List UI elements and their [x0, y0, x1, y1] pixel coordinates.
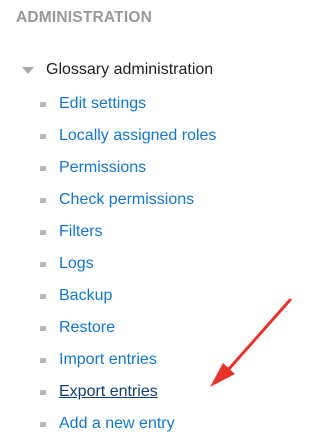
bullet-icon: [40, 101, 46, 107]
bullet-icon: [40, 261, 46, 267]
filters-link[interactable]: Filters: [59, 223, 103, 241]
list-item: Filters: [40, 216, 216, 248]
list-item: Import entries: [40, 344, 216, 376]
add-new-entry-link[interactable]: Add a new entry: [59, 415, 175, 433]
locally-assigned-roles-link[interactable]: Locally assigned roles: [59, 127, 216, 145]
bullet-icon: [40, 197, 46, 203]
list-item: Restore: [40, 312, 216, 344]
list-item: Check permissions: [40, 184, 216, 216]
tree-node-label: Glossary administration: [46, 61, 214, 78]
logs-link[interactable]: Logs: [59, 255, 94, 273]
bullet-icon: [40, 389, 46, 395]
backup-link[interactable]: Backup: [59, 287, 112, 305]
list-item: Edit settings: [40, 88, 216, 120]
list-item: Add a new entry: [40, 408, 216, 437]
bullet-icon: [40, 165, 46, 171]
restore-link[interactable]: Restore: [59, 319, 115, 337]
bullet-icon: [40, 229, 46, 235]
bullet-icon: [40, 357, 46, 363]
permissions-link[interactable]: Permissions: [59, 159, 146, 177]
edit-settings-link[interactable]: Edit settings: [59, 95, 146, 113]
bullet-icon: [40, 421, 46, 427]
glossary-administration-node[interactable]: Glossary administration: [22, 58, 213, 82]
list-item: Locally assigned roles: [40, 120, 216, 152]
bullet-icon: [40, 133, 46, 139]
bullet-icon: [40, 325, 46, 331]
list-item: Logs: [40, 248, 216, 280]
bullet-icon: [40, 293, 46, 299]
caret-down-icon[interactable]: [22, 66, 34, 74]
list-item: Export entries: [40, 376, 216, 408]
list-item: Permissions: [40, 152, 216, 184]
admin-items-list: Edit settings Locally assigned roles Per…: [40, 88, 216, 437]
administration-block: ADMINISTRATION Glossary administration E…: [0, 0, 335, 437]
export-entries-link[interactable]: Export entries: [59, 383, 158, 401]
check-permissions-link[interactable]: Check permissions: [59, 191, 194, 209]
list-item: Backup: [40, 280, 216, 312]
import-entries-link[interactable]: Import entries: [59, 351, 157, 369]
section-title: ADMINISTRATION: [16, 9, 152, 26]
